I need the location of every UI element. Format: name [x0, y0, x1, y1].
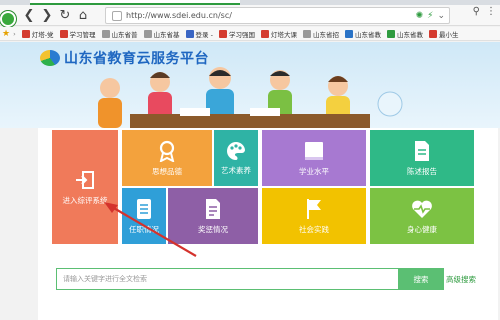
bookmark-label: 学习强国 — [228, 30, 255, 39]
tile-label: 思想品德 — [152, 166, 182, 176]
favicon-icon — [59, 29, 68, 38]
tile-label: 艺术素养 — [221, 165, 251, 175]
bookmark-label: 山东省教 — [354, 30, 381, 39]
favicon-icon — [21, 29, 30, 38]
tile-physical-mental-health[interactable]: 身心健康 — [370, 188, 474, 244]
tile-label: 奖惩情况 — [198, 224, 228, 234]
favicon-icon — [428, 29, 437, 38]
tile-position-status[interactable]: 任职情况 — [122, 188, 166, 244]
book-icon — [305, 141, 323, 160]
login-door-icon — [76, 170, 94, 189]
tile-enter-evaluation-system[interactable]: 进入综评系统 — [52, 130, 118, 244]
tile-label: 学业水平 — [299, 166, 329, 176]
shield-icon[interactable]: ✺ — [416, 11, 424, 21]
bookmark-item[interactable]: 山东省教 — [386, 29, 423, 39]
tile-rewards-punishments[interactable]: 奖惩情况 — [168, 188, 258, 244]
favicon-icon — [143, 29, 152, 38]
bookmark-label: 灯塔-党 — [31, 30, 54, 39]
tile-social-practice[interactable]: 社会实践 — [262, 188, 366, 244]
id-card-icon — [137, 198, 151, 219]
header-banner: 山东省教育云服务平台 — [0, 42, 500, 128]
emblem-icon — [40, 50, 60, 66]
menu-icon[interactable]: ⋮ — [486, 6, 496, 17]
tile-label: 身心健康 — [407, 224, 437, 234]
lightning-icon[interactable]: ⚡ — [427, 11, 433, 21]
search-button[interactable]: 搜索 — [398, 268, 444, 290]
bookmark-item[interactable]: 山东省招 — [302, 29, 339, 39]
bookmark-item[interactable]: 山东省普 — [101, 29, 138, 39]
bookmark-item[interactable]: 灯塔大课 — [260, 29, 297, 39]
bookmark-item[interactable]: 最小生 — [428, 29, 459, 39]
file-icon — [206, 198, 220, 219]
flag-icon — [307, 198, 321, 219]
tile-label: 陈述报告 — [407, 166, 437, 176]
favicon-icon — [218, 29, 227, 38]
favicon-icon — [344, 29, 353, 38]
address-bar[interactable]: http://www.sdei.edu.cn/sc/ ✺ ⚡ ⌄ — [105, 7, 450, 24]
bookmark-label: 山东省招 — [312, 30, 339, 39]
bookmark-label: 登录 - — [195, 30, 213, 39]
heart-pulse-icon — [412, 200, 432, 218]
palette-icon — [227, 141, 245, 160]
tile-art-literacy[interactable]: 艺术素养 — [214, 130, 258, 186]
star-icon[interactable]: ★ — [2, 29, 10, 39]
home-icon[interactable]: ⌂ — [74, 6, 92, 24]
bookmark-label: 山东省教 — [396, 30, 423, 39]
tile-academic-level[interactable]: 学业水平 — [262, 130, 366, 186]
search-input[interactable]: 请输入关键字进行全文检索 — [56, 268, 398, 290]
favicon-icon — [260, 29, 269, 38]
tile-label: 社会实践 — [299, 224, 329, 234]
bookmark-item[interactable]: 山东省基 — [143, 29, 180, 39]
bookmark-item[interactable]: 灯塔-党 — [21, 29, 54, 39]
reload-icon[interactable]: ↻ — [56, 6, 74, 24]
chevron-down-icon[interactable]: ⌄ — [437, 11, 445, 21]
bookmark-item[interactable]: 学习强国 — [218, 29, 255, 39]
children-reading-illustration — [98, 67, 403, 128]
bookmark-item[interactable]: 山东省教 — [344, 29, 381, 39]
bookmark-label: 最小生 — [438, 30, 459, 39]
favicon-icon — [302, 29, 311, 38]
chevron-right-icon[interactable]: › — [13, 30, 16, 38]
bookmark-label: 灯塔大课 — [270, 30, 297, 39]
search-icon[interactable]: ⚲ — [473, 6, 480, 17]
favicon-icon — [185, 29, 194, 38]
back-icon[interactable]: ❮ — [20, 6, 38, 24]
url-text[interactable]: http://www.sdei.edu.cn/sc/ — [126, 11, 232, 20]
favicon-icon — [386, 29, 395, 38]
forward-icon[interactable]: ❯ — [38, 6, 56, 24]
site-info-icon[interactable] — [112, 10, 122, 21]
tile-label: 任职情况 — [129, 224, 159, 234]
tile-ideology-morality[interactable]: 思想品德 — [122, 130, 212, 186]
bookmark-item[interactable]: 学习管理 — [59, 29, 96, 39]
medal-icon — [159, 140, 175, 162]
bookmark-label: 山东省基 — [153, 30, 180, 39]
tile-statement-report[interactable]: 陈述报告 — [370, 130, 474, 186]
browser-logo-icon[interactable] — [0, 11, 16, 27]
bookmarks-bar: ★ › 灯塔-党 学习管理 山东省普 山东省基 登录 - 学习强国 灯塔大课 山东省招 山东省教… — [0, 27, 500, 41]
advanced-search-link[interactable]: 高级搜索 — [446, 274, 476, 285]
document-icon — [415, 140, 429, 161]
bookmark-label: 山东省普 — [111, 30, 138, 39]
browser-tools: ⚲ ⋮ — [473, 6, 496, 17]
favicon-icon — [101, 29, 110, 38]
bookmark-label: 学习管理 — [69, 30, 96, 39]
tile-label: 进入综评系统 — [62, 195, 108, 205]
search-bar: 请输入关键字进行全文检索 搜索 — [56, 268, 444, 290]
bookmark-item[interactable]: 登录 - — [185, 29, 213, 39]
